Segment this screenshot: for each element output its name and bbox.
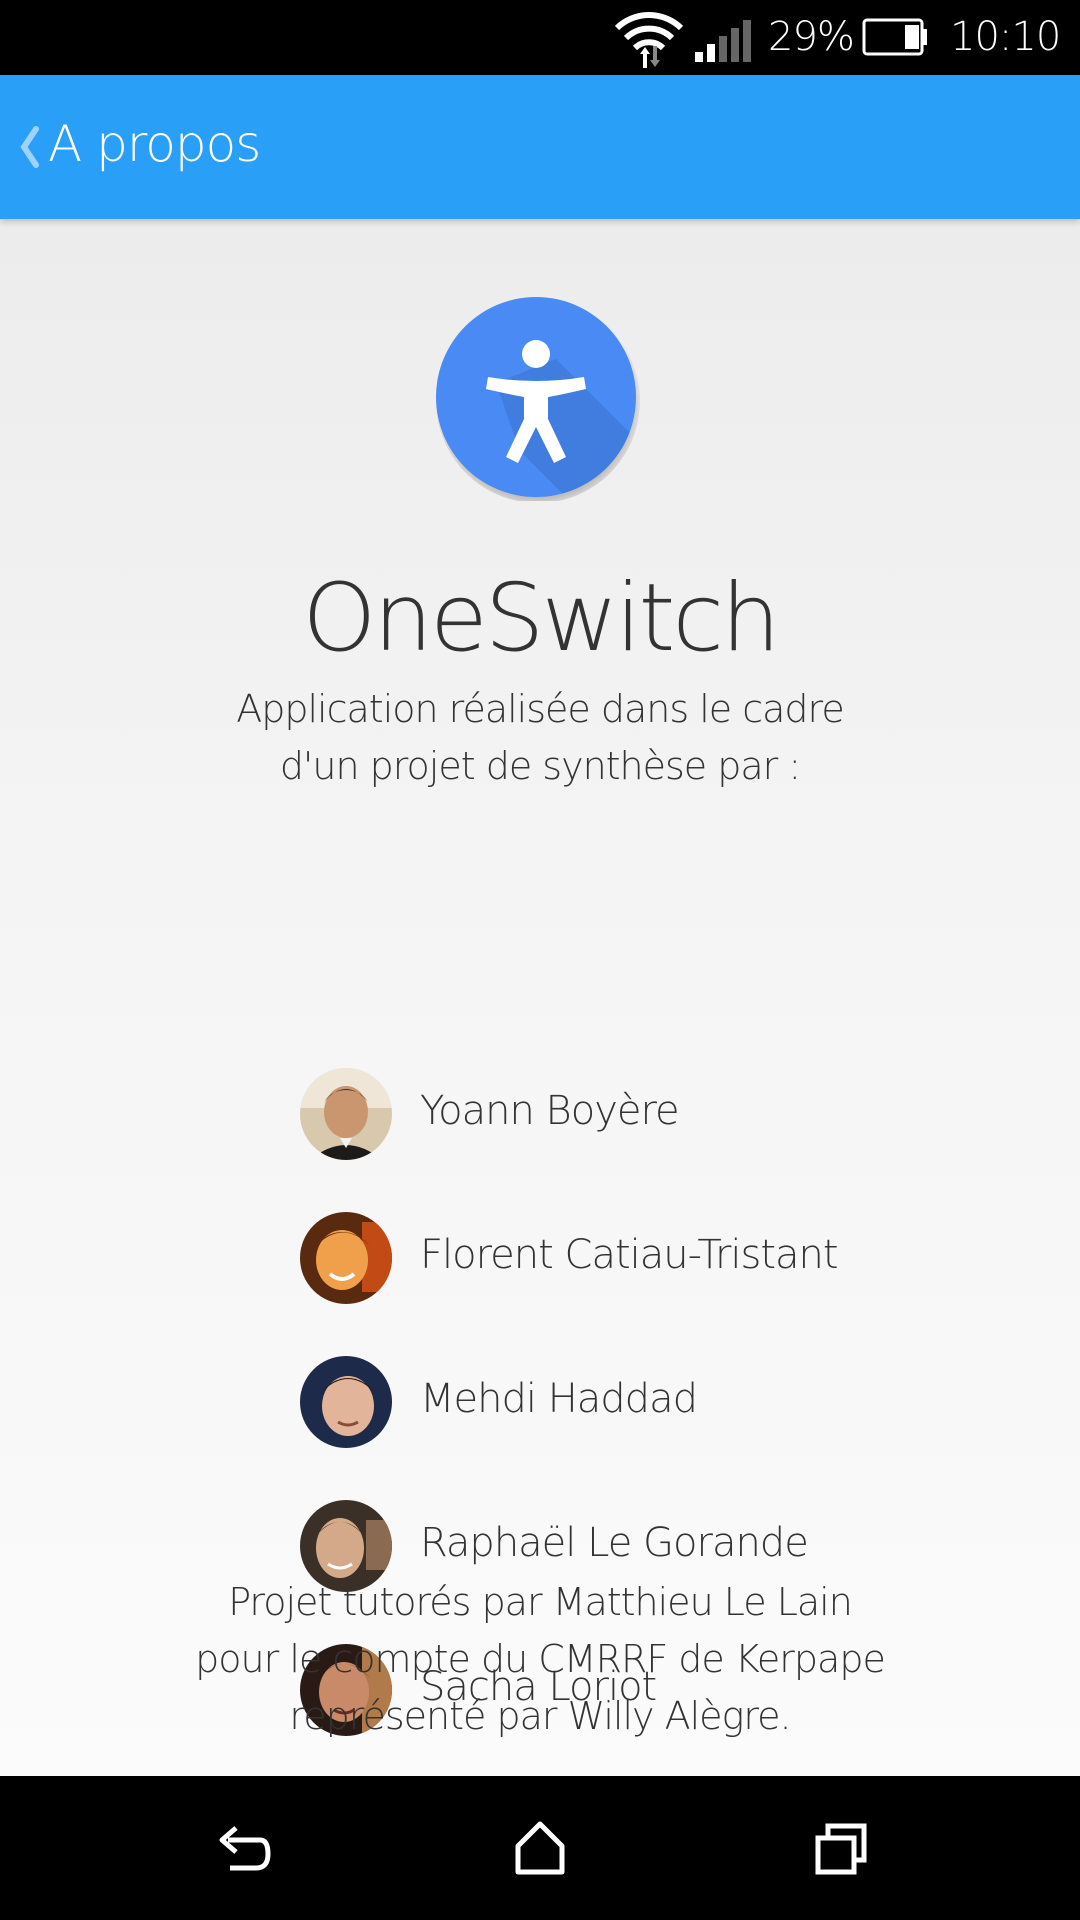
credits-line-1: Projet tutorés par Matthieu Le Lain xyxy=(228,1580,853,1624)
accessibility-person-icon xyxy=(436,297,640,501)
avatar xyxy=(300,1356,392,1448)
recents-icon[interactable] xyxy=(804,1812,876,1884)
home-icon[interactable] xyxy=(504,1812,576,1884)
chevron-left-icon[interactable] xyxy=(8,115,48,175)
avatar xyxy=(300,1068,392,1160)
person-name: Mehdi Haddad xyxy=(420,1376,698,1422)
avatar xyxy=(300,1212,392,1304)
back-icon[interactable] xyxy=(204,1812,276,1884)
wifi-icon xyxy=(614,12,684,68)
battery-percent: 29% xyxy=(768,14,855,60)
list-item: Florent Catiau-Tristant xyxy=(300,1212,900,1308)
subtitle-line-2: d'un projet de synthèse par : xyxy=(279,744,801,788)
clock: 10:10 xyxy=(950,14,1061,60)
navigation-bar xyxy=(0,1776,1080,1920)
person-name: Florent Catiau-Tristant xyxy=(420,1232,839,1278)
page-title[interactable]: A propos xyxy=(48,115,261,173)
about-content: OneSwitch Application réalisée dans le c… xyxy=(0,219,1080,1776)
status-bar: 29% 10:10 xyxy=(0,0,1080,75)
battery-icon xyxy=(862,18,927,56)
list-item: Mehdi Haddad xyxy=(300,1356,900,1452)
action-bar: A propos xyxy=(0,75,1080,219)
person-name: Raphaël Le Gorande xyxy=(420,1520,809,1566)
person-name: Yoann Boyère xyxy=(420,1088,680,1134)
signal-icon xyxy=(695,20,751,62)
credits-line-2: pour le compte du CMRRF de Kerpape xyxy=(195,1637,886,1681)
app-name: OneSwitch xyxy=(302,564,780,673)
credits-text: Projet tutorés par Matthieu Le Lain pour… xyxy=(0,1574,1080,1745)
subtitle: Application réalisée dans le cadre d'un … xyxy=(0,681,1080,795)
credits-line-3: représenté par Willy Alègre. xyxy=(289,1694,791,1738)
list-item: Yoann Boyère xyxy=(300,1068,900,1164)
subtitle-line-1: Application réalisée dans le cadre xyxy=(236,687,844,731)
